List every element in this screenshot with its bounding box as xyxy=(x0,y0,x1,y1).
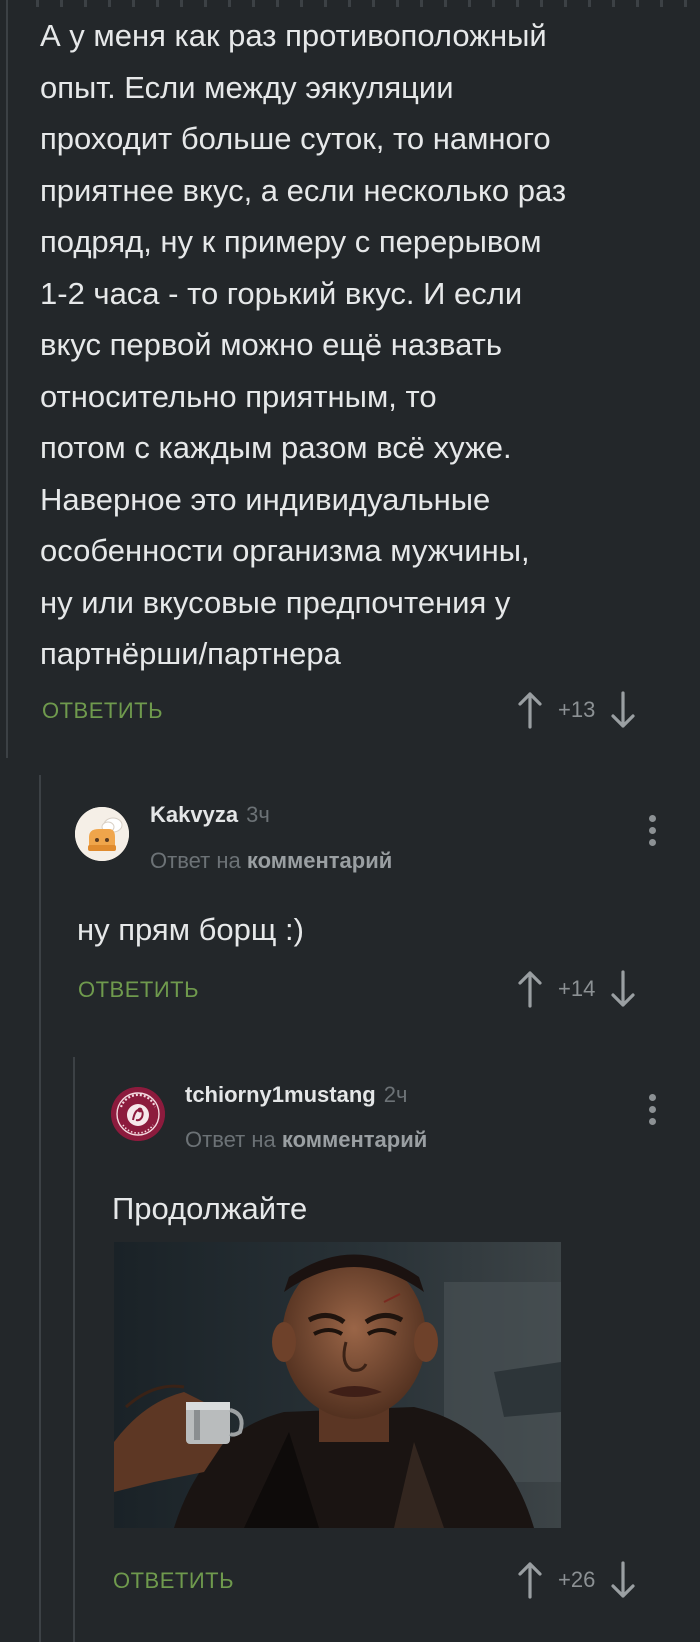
comment-author[interactable]: Kakvyza 3ч xyxy=(150,802,270,828)
comment-line: подряд, ну к примеру с перерывом xyxy=(40,224,542,259)
gif-image[interactable] xyxy=(114,1242,561,1528)
reply-to-prefix: Ответ на xyxy=(150,848,241,873)
thread-line-level-1[interactable] xyxy=(39,775,41,1642)
more-options-icon[interactable] xyxy=(647,1094,657,1130)
comment-author[interactable]: tchiorny1mustang 2ч xyxy=(185,1082,407,1108)
comment-time: 2ч xyxy=(383,1082,408,1107)
comment-line: 1-2 часа - то горький вкус. И если xyxy=(40,275,523,311)
avatar[interactable] xyxy=(75,807,129,861)
comment-line: потом с каждым разом всё хуже. xyxy=(40,430,512,465)
comment-line: партнёрши/партнера xyxy=(40,636,341,671)
reply2-body: Продолжайте xyxy=(112,1191,308,1226)
upvote-icon[interactable] xyxy=(516,690,544,730)
reply-button[interactable]: ОТВЕТИТЬ xyxy=(113,1568,234,1594)
reply-to-link[interactable]: комментарий xyxy=(282,1127,427,1152)
comment-score: +14 xyxy=(558,976,596,1001)
comment-line: опыт. Если между эякуляции xyxy=(40,69,454,105)
reply-button[interactable]: ОТВЕТИТЬ xyxy=(78,977,199,1003)
reply-to-link[interactable]: комментарий xyxy=(247,848,392,873)
cook-avatar-icon xyxy=(75,807,129,861)
downvote-icon[interactable] xyxy=(609,690,637,730)
vote-control: +26 xyxy=(516,1558,637,1602)
author-name[interactable]: tchiorny1mustang xyxy=(185,1082,376,1107)
reply-to-line: Ответ на комментарий xyxy=(150,848,392,874)
downvote-icon[interactable] xyxy=(609,969,637,1009)
thread-line-level-2[interactable] xyxy=(73,1057,75,1642)
coffee-man-image xyxy=(114,1242,561,1528)
upvote-icon[interactable] xyxy=(516,1560,544,1600)
downvote-icon[interactable] xyxy=(609,1560,637,1600)
reply-button[interactable]: ОТВЕТИТЬ xyxy=(42,698,163,724)
vote-control: +14 xyxy=(516,967,637,1011)
vote-control: +13 xyxy=(516,688,637,732)
comment-line: относительно приятным, то xyxy=(40,378,437,414)
comment-time: 3ч xyxy=(246,802,270,827)
thread-line[interactable] xyxy=(6,0,8,758)
reply-to-line: Ответ на комментарий xyxy=(185,1127,427,1153)
comment-score: +13 xyxy=(558,697,596,722)
badge-avatar-icon xyxy=(111,1087,165,1141)
comment-line: А у меня как раз противоположный xyxy=(40,18,547,53)
comment-line: вкус первой можно ещё назвать xyxy=(40,327,502,362)
author-name[interactable]: Kakvyza xyxy=(150,802,238,827)
top-divider xyxy=(0,0,700,8)
comment-line: Наверное это индивидуальные xyxy=(40,481,491,517)
comment-line: проходит больше суток, то намного xyxy=(40,121,551,156)
comment-score: +26 xyxy=(558,1567,596,1592)
comment-line: особенности организма мужчины, xyxy=(40,533,530,568)
more-options-icon[interactable] xyxy=(647,815,657,851)
reply-to-prefix: Ответ на xyxy=(185,1127,276,1152)
comment-line: ну или вкусовые предпочтения у xyxy=(40,584,511,620)
comment-line: приятнее вкус, а если несколько раз xyxy=(40,172,567,208)
parent-comment-body: А у меня как раз противоположный опыт. Е… xyxy=(40,10,690,680)
reply1-body: ну прям борщ :) xyxy=(77,912,304,947)
upvote-icon[interactable] xyxy=(516,969,544,1009)
avatar[interactable] xyxy=(111,1087,165,1141)
